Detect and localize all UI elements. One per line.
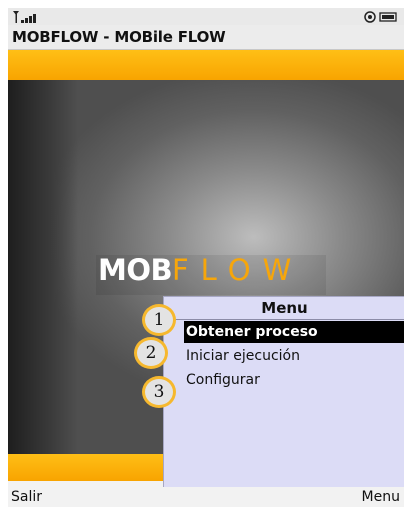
softkey-bar: Salir Menu: [8, 486, 404, 507]
splash-shadow: [8, 80, 78, 454]
menu-item-iniciar-ejecucion[interactable]: Iniciar ejecución: [184, 345, 404, 367]
callout-number-3: 3: [142, 376, 176, 408]
menu-title: Menu: [164, 297, 404, 320]
popup-menu: Menu Obtener proceso Iniciar ejecución C…: [163, 296, 404, 487]
settings-icon: [364, 11, 397, 23]
menu-item-configurar[interactable]: Configurar: [184, 369, 404, 391]
logo-mob-text: MOB: [98, 253, 173, 287]
menu-softkey[interactable]: Menu: [362, 489, 400, 505]
top-accent-bar: [8, 50, 404, 80]
signal-antenna-icon: [13, 11, 36, 23]
logo-flow-text: FLOW: [172, 253, 304, 287]
menu-item-obtener-proceso[interactable]: Obtener proceso: [184, 321, 404, 343]
status-bar: [8, 8, 404, 25]
title-bar: MOBFLOW - MOBile FLOW: [8, 25, 404, 50]
app-title: MOBFLOW - MOBile FLOW: [12, 28, 226, 46]
phone-screen: MOBFLOW - MOBile FLOW MOB FLOW Salir Men…: [8, 8, 404, 507]
exit-softkey[interactable]: Salir: [11, 489, 42, 505]
callout-number-1: 1: [142, 304, 176, 336]
callout-number-2: 2: [134, 337, 168, 369]
